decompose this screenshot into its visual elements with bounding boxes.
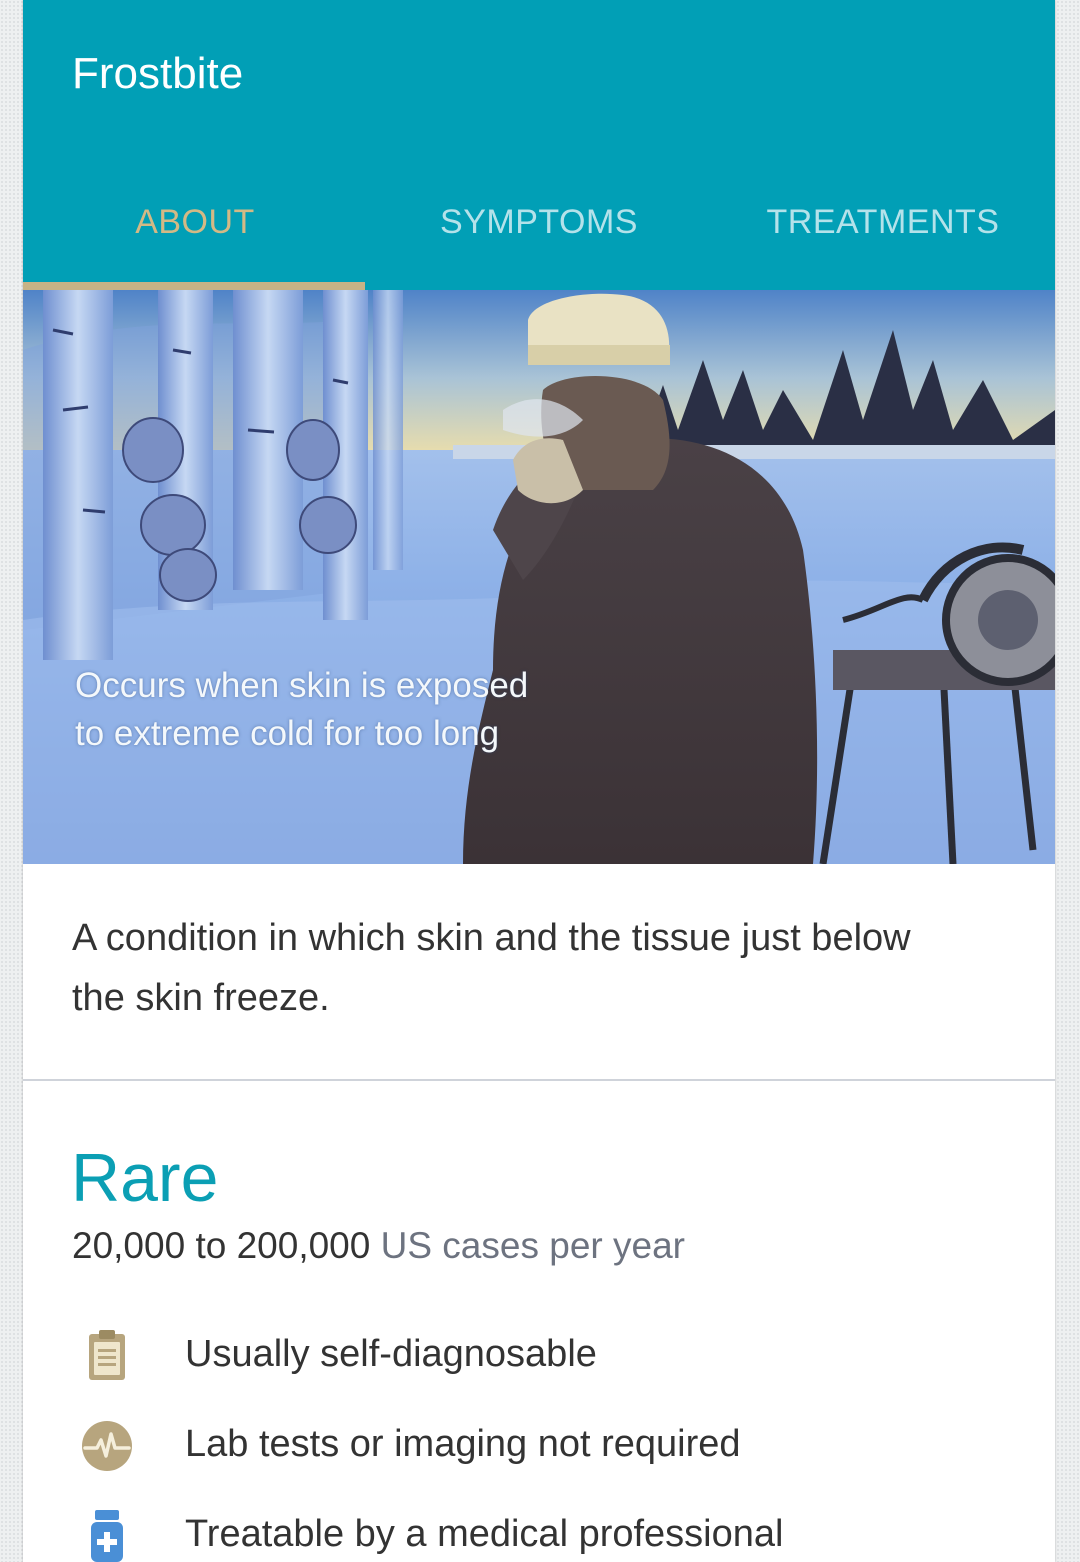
fact-no-lab-tests: Lab tests or imaging not required <box>23 1400 1055 1490</box>
rarity-heading: Rare <box>71 1140 219 1216</box>
hero-illustration: Occurs when skin is exposed to extreme c… <box>23 290 1055 864</box>
tab-treatments[interactable]: TREATMENTS <box>711 182 1055 290</box>
case-count-range: 20,000 to 200,000 <box>72 1225 371 1266</box>
fact-label: Treatable by a medical professional <box>185 1513 784 1555</box>
condition-description: A condition in which skin and the tissue… <box>72 917 911 1019</box>
tab-about[interactable]: ABOUT <box>23 182 367 290</box>
case-count-unit: US cases per year <box>380 1225 685 1266</box>
app-bar: Frostbite ABOUT SYMPTOMS TREATMENTS <box>23 0 1055 290</box>
page-title: Frostbite <box>72 49 244 98</box>
active-tab-indicator <box>23 282 365 290</box>
case-count: 20,000 to 200,000 US cases per year <box>72 1222 685 1270</box>
clipboard-icon <box>79 1328 135 1384</box>
tab-symptoms-label: SYMPTOMS <box>440 203 638 241</box>
fact-treatable: Treatable by a medical professional <box>23 1490 1055 1562</box>
fact-label: Lab tests or imaging not required <box>185 1423 741 1465</box>
medicine-bottle-icon <box>79 1508 135 1562</box>
tab-bar: ABOUT SYMPTOMS TREATMENTS <box>23 182 1055 290</box>
tab-symptoms[interactable]: SYMPTOMS <box>367 182 711 290</box>
fact-label: Usually self-diagnosable <box>185 1333 597 1375</box>
tab-about-label: ABOUT <box>135 203 255 241</box>
heartbeat-icon <box>79 1418 135 1474</box>
winter-scene-image <box>23 290 1055 864</box>
fact-self-diagnosable: Usually self-diagnosable <box>23 1310 1055 1400</box>
section-divider <box>23 1079 1055 1081</box>
condition-card: Frostbite ABOUT SYMPTOMS TREATMENTS Occu… <box>23 0 1055 1562</box>
tab-treatments-label: TREATMENTS <box>766 203 1000 241</box>
hero-caption: Occurs when skin is exposed to extreme c… <box>75 666 529 753</box>
